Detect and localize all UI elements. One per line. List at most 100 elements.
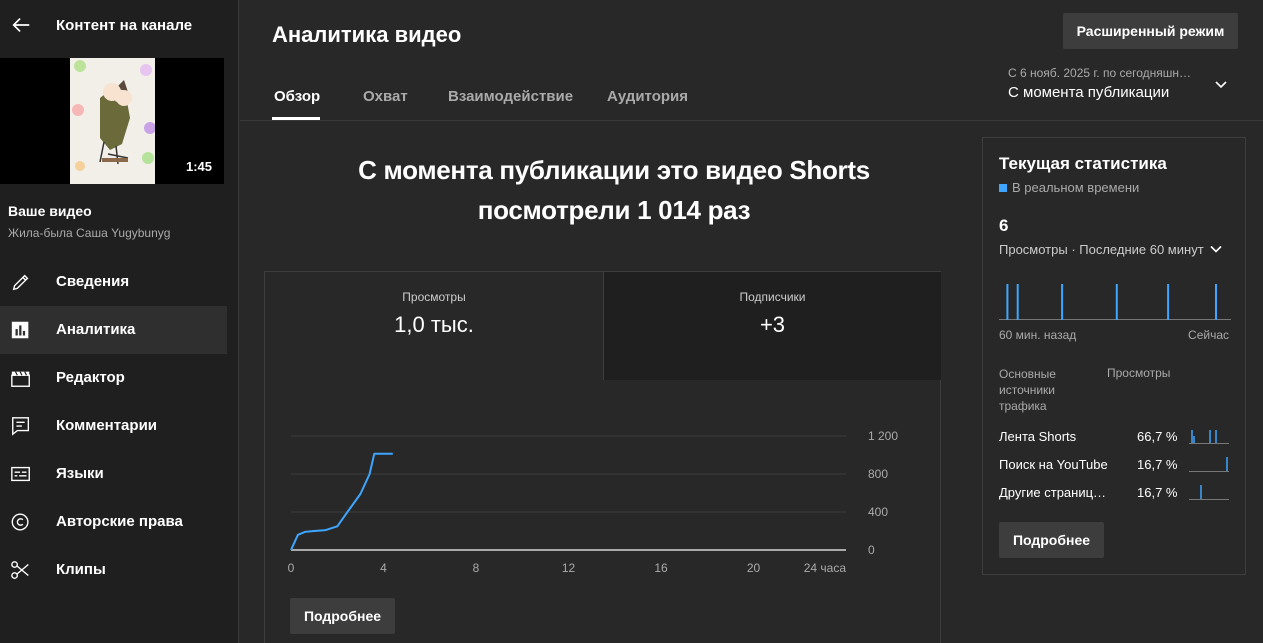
headline-line-1: С момента публикации это видео Shorts	[358, 155, 870, 185]
traffic-source-pct: 66,7 %	[1137, 429, 1178, 444]
sidebar-item-analytics[interactable]: Аналитика	[0, 306, 227, 354]
sidebar-item-label: Языки	[56, 465, 104, 482]
subtitles-icon	[11, 466, 30, 482]
date-range-selector[interactable]: С 6 нояб. 2025 г. по сегодняшн… С момент…	[1008, 64, 1238, 106]
traffic-sparkline	[1189, 457, 1229, 472]
realtime-bar	[1115, 284, 1118, 320]
x-tick-label: 24 часа	[804, 561, 847, 575]
sidebar-item-label: Редактор	[56, 369, 125, 386]
back-arrow-icon[interactable]	[10, 14, 32, 36]
y-tick-label: 1 200	[868, 429, 898, 443]
realtime-bar-chart	[999, 284, 1231, 320]
advanced-mode-button[interactable]: Расширенный режим	[1063, 13, 1238, 49]
realtime-bar	[1215, 284, 1217, 320]
sidebar-item-label: Комментарии	[56, 417, 158, 434]
metric-label: Подписчики	[739, 290, 806, 304]
chart-series-line	[290, 452, 393, 551]
date-range-label: С момента публикации	[1008, 84, 1170, 101]
traffic-source-row: Поиск на YouTube 16,7 %	[999, 454, 1231, 474]
sidebar-item-label: Авторские права	[56, 513, 183, 530]
realtime-bar	[1006, 284, 1009, 320]
realtime-metric-label: Просмотры · Последние 60 минут	[999, 242, 1204, 257]
date-range-text: С 6 нояб. 2025 г. по сегодняшн…	[1008, 66, 1192, 80]
realtime-bar	[1061, 284, 1064, 320]
views-line-chart: 0 400 800 1 200 0 4 8 12 16 20 24 часа	[288, 429, 899, 575]
traffic-views-header: Просмотры	[1107, 366, 1171, 380]
sidebar-item-languages[interactable]: Языки	[0, 450, 227, 498]
traffic-source-name: Другие страниц…	[999, 485, 1107, 500]
traffic-source-name: Лента Shorts	[999, 429, 1077, 444]
tab-overview[interactable]: Обзор	[274, 88, 320, 105]
y-tick-label: 800	[868, 467, 888, 481]
live-indicator-icon	[999, 184, 1007, 192]
video-title: Жила-была Саша Yugybunyg	[8, 226, 171, 240]
video-thumbnail[interactable]: 1:45	[0, 58, 224, 184]
metric-subscribers[interactable]: Подписчики +3	[603, 272, 941, 380]
traffic-sources-header: Основные источники трафика	[999, 367, 1056, 413]
thumbnail-image	[70, 58, 155, 184]
x-tick-label: 4	[380, 561, 387, 575]
y-tick-label: 400	[868, 505, 888, 519]
copyright-icon	[11, 513, 29, 531]
your-video-label: Ваше видео	[8, 203, 92, 219]
sidebar-item-editor[interactable]: Редактор	[0, 354, 227, 402]
sidebar-title: Контент на канале	[56, 17, 193, 34]
sidebar-item-label: Клипы	[56, 561, 106, 578]
tab-audience[interactable]: Аудитория	[607, 88, 688, 105]
overview-headline: С момента публикации это видео Shorts по…	[264, 150, 964, 230]
sidebar-item-label: Сведения	[56, 273, 130, 290]
chevron-down-icon	[1210, 245, 1222, 253]
sidebar-item-details[interactable]: Сведения	[0, 258, 227, 306]
metric-value: +3	[759, 312, 786, 337]
realtime-bar	[1167, 284, 1170, 320]
pencil-icon	[12, 274, 29, 291]
traffic-source-pct: 16,7 %	[1137, 457, 1178, 472]
traffic-source-name: Поиск на YouTube	[999, 457, 1108, 472]
realtime-live-label: В реальном времени	[1012, 180, 1140, 195]
scissors-icon	[11, 561, 29, 579]
metric-views[interactable]: Просмотры 1,0 тыс.	[265, 272, 603, 380]
realtime-bar	[1016, 284, 1019, 320]
realtime-title: Текущая статистика	[999, 154, 1167, 173]
x-tick-label: 0	[288, 561, 295, 575]
chevron-down-icon	[1215, 81, 1227, 89]
headline-line-2: посмотрели 1 014 раз	[477, 195, 751, 225]
sidebar-item-copyright[interactable]: Авторские права	[0, 498, 227, 546]
realtime-axis-start: 60 мин. назад	[999, 328, 1077, 342]
realtime-live: В реальном времени	[999, 180, 1139, 195]
x-tick-label: 16	[654, 561, 668, 575]
x-tick-label: 12	[562, 561, 576, 575]
traffic-sparkline	[1189, 485, 1229, 500]
traffic-sparkline	[1189, 430, 1229, 444]
sidebar: Контент на канале 1:45 Ваше видео Жила-б…	[0, 0, 239, 643]
x-tick-label: 8	[473, 561, 480, 575]
analytics-icon	[11, 321, 29, 339]
comment-icon	[12, 417, 30, 436]
sidebar-nav: Сведения Аналитика Редактор Комментарии …	[0, 258, 227, 594]
overview-more-button[interactable]: Подробнее	[290, 598, 395, 634]
main-content: Аналитика видео Расширенный режим Обзор …	[240, 0, 1263, 643]
clapperboard-icon	[11, 371, 30, 387]
tabs-divider	[240, 120, 1263, 121]
traffic-source-row: Другие страниц… 16,7 %	[999, 482, 1231, 502]
realtime-axis-end: Сейчас	[1188, 328, 1229, 342]
tab-reach[interactable]: Охват	[363, 88, 408, 105]
video-duration: 1:45	[185, 159, 212, 174]
realtime-more-button[interactable]: Подробнее	[999, 522, 1104, 558]
overview-card: Просмотры 1,0 тыс. Подписчики +3 0 400 800…	[264, 271, 941, 643]
y-tick-label: 0	[868, 543, 875, 557]
traffic-source-row: Лента Shorts 66,7 %	[999, 426, 1231, 446]
traffic-source-pct: 16,7 %	[1137, 485, 1178, 500]
tab-engagement[interactable]: Взаимодействие	[448, 88, 573, 105]
realtime-panel: Текущая статистика В реальном времени 6 …	[982, 137, 1246, 575]
sidebar-item-label: Аналитика	[56, 321, 136, 338]
realtime-count: 6	[999, 216, 1009, 235]
metric-label: Просмотры	[402, 290, 466, 304]
page-title: Аналитика видео	[272, 22, 462, 47]
metric-value: 1,0 тыс.	[394, 312, 474, 337]
sidebar-item-clips[interactable]: Клипы	[0, 546, 227, 594]
sidebar-header: Контент на канале	[0, 0, 239, 52]
sidebar-item-comments[interactable]: Комментарии	[0, 402, 227, 450]
x-tick-label: 20	[747, 561, 761, 575]
realtime-metric-selector[interactable]: Просмотры · Последние 60 минут	[999, 242, 1222, 257]
